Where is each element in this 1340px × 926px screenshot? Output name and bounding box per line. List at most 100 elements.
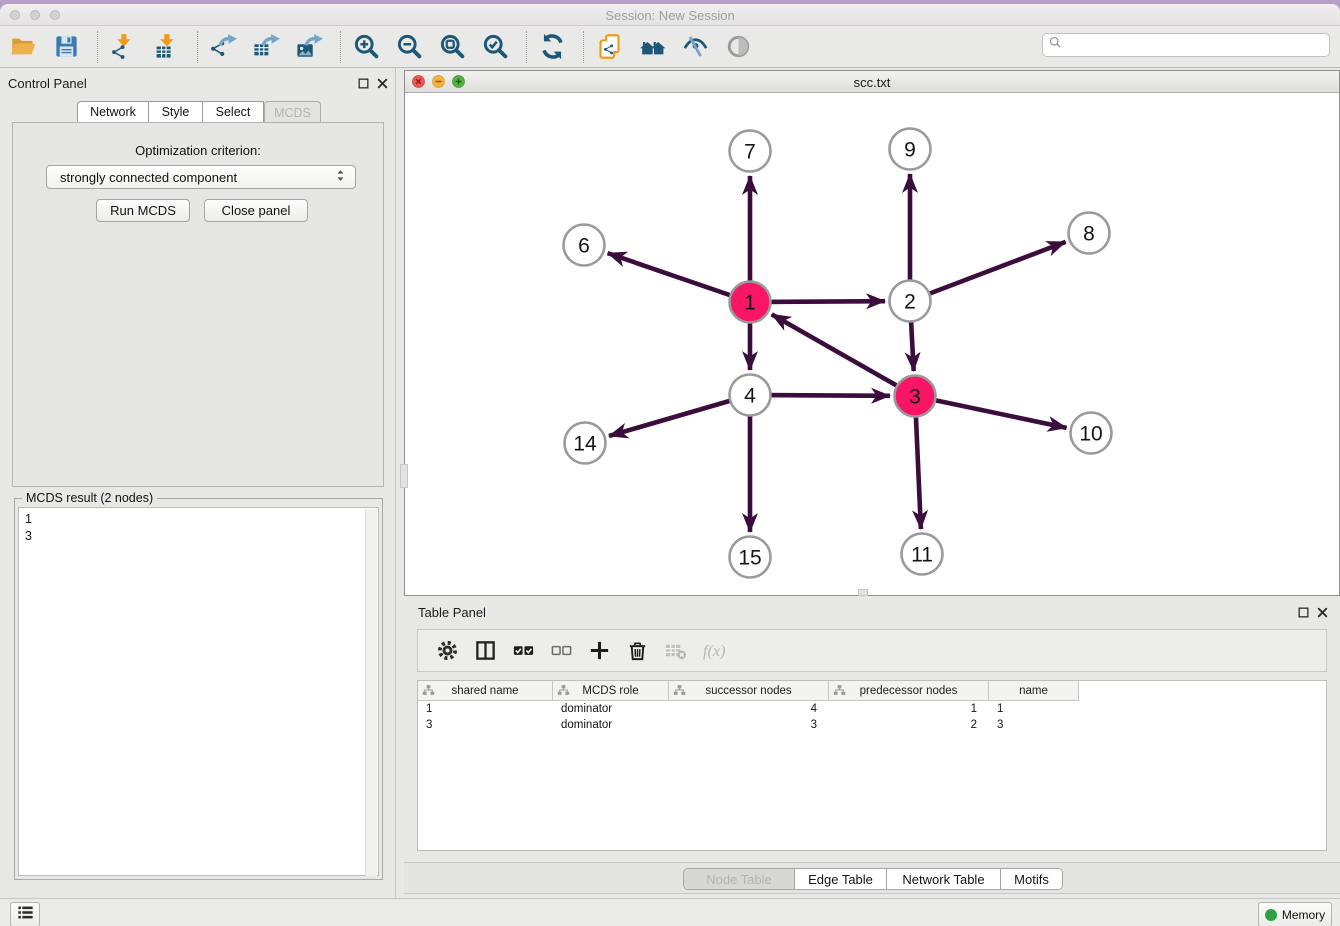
clone-network-button[interactable]	[592, 30, 626, 64]
select-all-button[interactable]	[504, 634, 542, 668]
list-icon	[16, 903, 35, 922]
zoom-out-button[interactable]	[392, 30, 426, 64]
graph-edge-2-8[interactable]	[910, 242, 1066, 301]
close-panel-icon[interactable]	[1316, 606, 1329, 619]
tab-motifs[interactable]: Motifs	[1000, 869, 1062, 889]
result-scrollbar[interactable]	[365, 509, 377, 876]
graph-edge-3-10[interactable]	[915, 396, 1067, 428]
hide-panels-icon	[682, 33, 709, 60]
svg-text:4: 4	[744, 385, 756, 408]
tab-select[interactable]: Select	[203, 101, 264, 123]
table-cell[interactable]: 2	[829, 717, 989, 733]
search-input[interactable]	[1063, 36, 1329, 54]
tab-network-table[interactable]: Network Table	[886, 869, 1000, 889]
delete-column-button[interactable]	[618, 634, 656, 668]
mcds-result-title: MCDS result (2 nodes)	[22, 491, 157, 505]
dropdown-chevrons-icon	[333, 168, 349, 186]
graph-node-7[interactable]: 7	[730, 131, 771, 172]
vertical-splitter-handle[interactable]	[400, 464, 408, 488]
open-file-button[interactable]	[6, 30, 40, 64]
table-cell[interactable]: 1	[829, 701, 989, 717]
graph-node-14[interactable]: 14	[565, 423, 606, 464]
graph-node-8[interactable]: 8	[1069, 213, 1110, 254]
table-row[interactable]: 3dominator323	[418, 717, 1079, 733]
network-canvas[interactable]: 7 9 6 8 1 2 4 3 14 10 15 11	[405, 93, 1339, 601]
tab-node-table[interactable]: Node Table	[684, 869, 794, 889]
table-row[interactable]: 1dominator411	[418, 701, 1079, 717]
add-column-button[interactable]	[580, 634, 618, 668]
graph-node-15[interactable]: 15	[730, 537, 771, 578]
node-table: shared nameMCDS rolesuccessor nodesprede…	[417, 680, 1327, 851]
tab-network[interactable]: Network	[77, 101, 149, 123]
tab-edge-table[interactable]: Edge Table	[794, 869, 886, 889]
close-panel-button[interactable]: Close panel	[204, 199, 308, 222]
function-builder-icon: f(x)	[702, 639, 725, 662]
table-cell[interactable]: 3	[418, 717, 553, 733]
graph-edge-4-14[interactable]	[609, 395, 750, 436]
table-cell[interactable]: 3	[989, 717, 1079, 733]
column-header-MCDS-role[interactable]: MCDS role	[553, 681, 669, 700]
status-bar: Memory	[0, 898, 1340, 926]
column-header-name[interactable]: name	[989, 681, 1079, 700]
graph-node-2[interactable]: 2	[890, 281, 931, 322]
delete-table-icon	[664, 639, 687, 662]
zoom-in-button[interactable]	[349, 30, 383, 64]
hide-panels-button[interactable]	[678, 30, 712, 64]
close-panel-icon[interactable]	[376, 77, 389, 90]
graph-node-9[interactable]: 9	[890, 129, 931, 170]
table-cell[interactable]: 4	[669, 701, 829, 717]
svg-text:10: 10	[1079, 423, 1102, 446]
tab-style[interactable]: Style	[149, 101, 203, 123]
horizontal-splitter-handle[interactable]	[858, 589, 868, 596]
toolbar-separator	[197, 31, 198, 63]
graph-node-6[interactable]: 6	[564, 225, 605, 266]
graph-node-1[interactable]: 1	[730, 282, 771, 323]
graph-node-4[interactable]: 4	[730, 375, 771, 416]
mcds-result-lines: 13	[25, 511, 32, 545]
optimization-criterion-dropdown[interactable]: strongly connected component	[46, 165, 356, 189]
table-cell[interactable]: 1	[989, 701, 1079, 717]
svg-text:8: 8	[1083, 223, 1095, 246]
export-network-button[interactable]	[206, 30, 240, 64]
search-box[interactable]	[1042, 33, 1330, 57]
home-view-button[interactable]	[635, 30, 669, 64]
float-panel-icon[interactable]	[357, 77, 370, 90]
deselect-all-button[interactable]	[542, 634, 580, 668]
import-table-button[interactable]	[149, 30, 183, 64]
control-panel-tabs: NetworkStyleSelectMCDS	[77, 101, 321, 123]
refresh-network-button[interactable]	[535, 30, 569, 64]
run-mcds-button[interactable]: Run MCDS	[96, 199, 190, 222]
table-cell[interactable]: 3	[669, 717, 829, 733]
gear-button[interactable]	[428, 634, 466, 668]
graph-edge-1-6[interactable]	[608, 253, 750, 302]
task-history-button[interactable]	[10, 902, 40, 926]
export-image-button[interactable]	[292, 30, 326, 64]
column-header-predecessor-nodes[interactable]: predecessor nodes	[829, 681, 989, 700]
tab-mcds[interactable]: MCDS	[264, 101, 321, 123]
show-overview-button[interactable]	[721, 30, 755, 64]
export-table-button[interactable]	[249, 30, 283, 64]
column-header-shared-name[interactable]: shared name	[418, 681, 553, 700]
gear-icon	[436, 639, 459, 662]
svg-text:7: 7	[744, 141, 756, 164]
memory-button[interactable]: Memory	[1258, 902, 1332, 926]
main-toolbar	[0, 26, 1340, 68]
graph-node-3[interactable]: 3	[895, 376, 936, 417]
column-header-successor-nodes[interactable]: successor nodes	[669, 681, 829, 700]
zoom-fit-button[interactable]	[435, 30, 469, 64]
columns-button[interactable]	[466, 634, 504, 668]
mcds-result-textarea[interactable]: 13	[18, 507, 379, 876]
table-cell[interactable]: dominator	[553, 717, 669, 733]
graph-node-10[interactable]: 10	[1071, 413, 1112, 454]
zoom-selected-button[interactable]	[478, 30, 512, 64]
graph-edge-3-1[interactable]	[772, 314, 915, 396]
float-panel-icon[interactable]	[1297, 606, 1310, 619]
import-network-icon	[110, 33, 137, 60]
table-cell[interactable]: dominator	[553, 701, 669, 717]
toolbar-separator	[526, 31, 527, 63]
import-network-button[interactable]	[106, 30, 140, 64]
table-cell[interactable]: 1	[418, 701, 553, 717]
graph-node-11[interactable]: 11	[902, 534, 943, 575]
tree-icon	[833, 684, 846, 697]
save-session-button[interactable]	[49, 30, 83, 64]
